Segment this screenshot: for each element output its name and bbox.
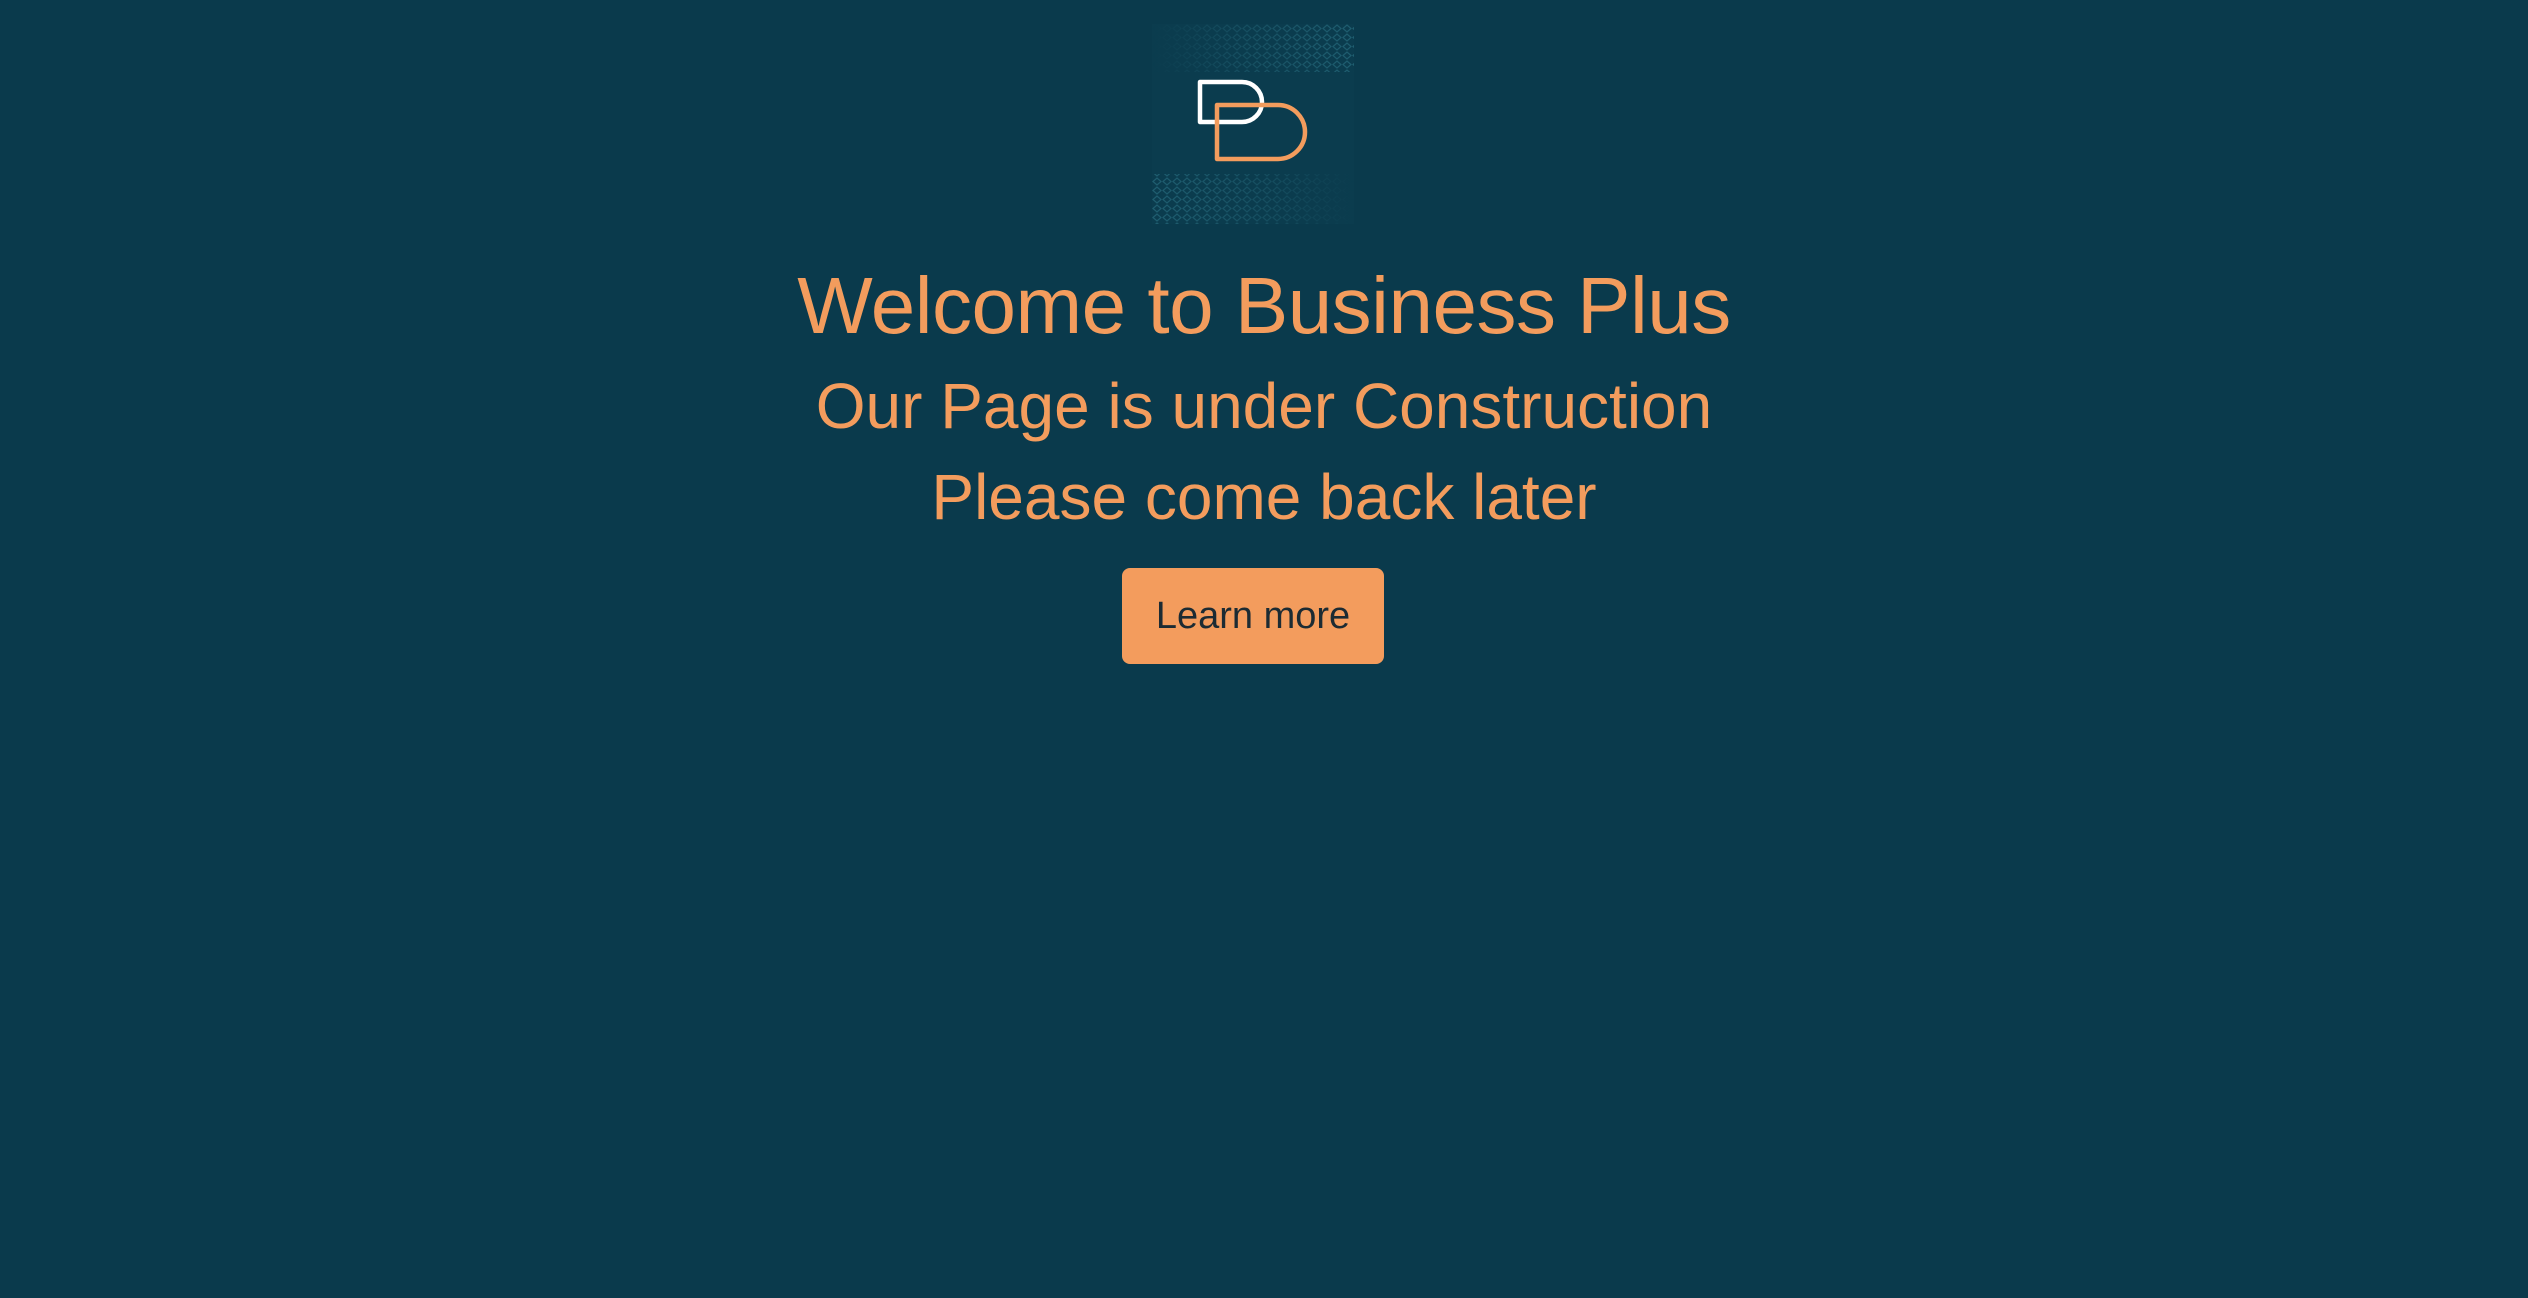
landing-page: Welcome to Business Plus Our Page is und… <box>0 0 2528 1298</box>
construction-notice: Our Page is under Construction <box>815 370 1713 442</box>
come-back-message: Please come back later <box>931 461 1597 533</box>
page-title: Welcome to Business Plus <box>797 261 1731 350</box>
learn-more-button[interactable]: Learn more <box>1122 568 1384 664</box>
bp-monogram-icon <box>1152 24 1354 224</box>
business-plus-logo <box>1152 24 1354 224</box>
